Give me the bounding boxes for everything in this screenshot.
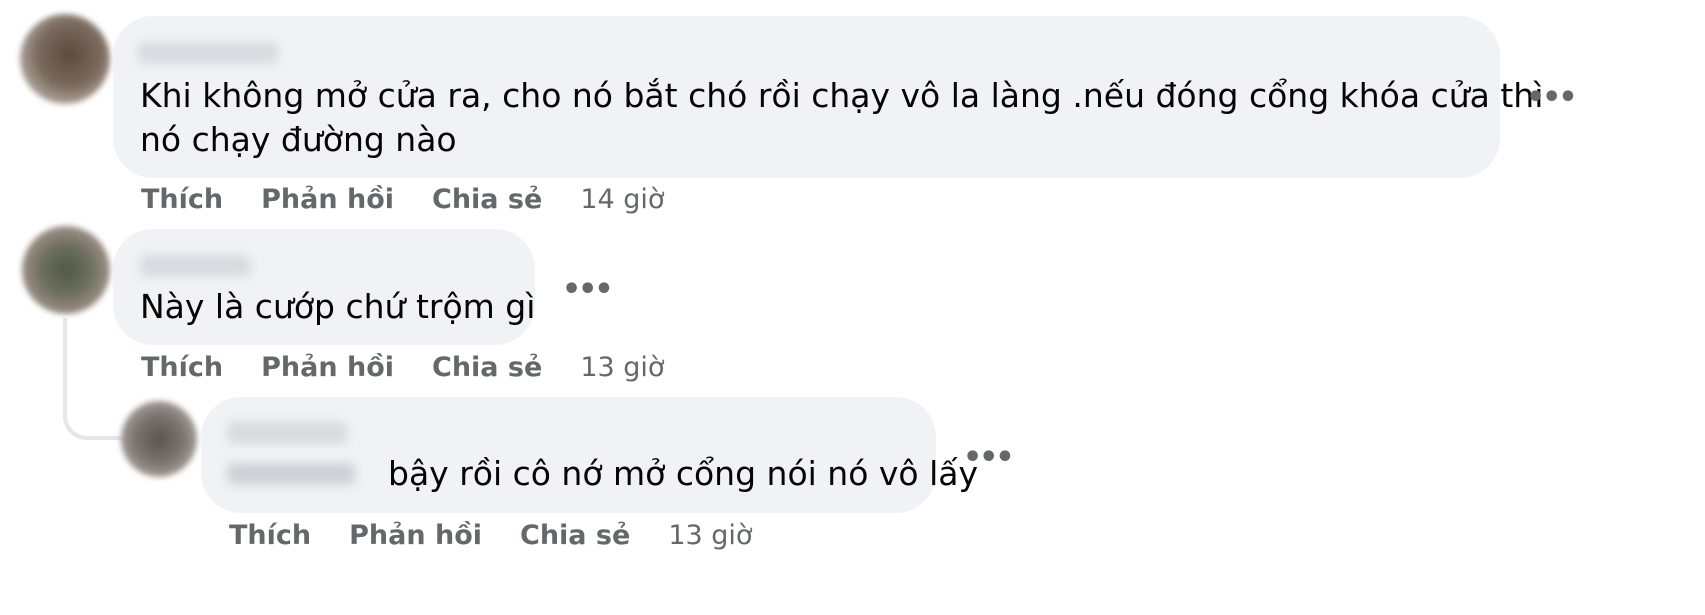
commenter-avatar[interactable] [121, 401, 197, 477]
tagged-user-blurred[interactable] [227, 463, 355, 485]
more-options-icon[interactable]: ••• [562, 275, 614, 305]
like-button[interactable]: Thích [229, 520, 311, 551]
commenter-name-blurred[interactable] [140, 255, 250, 277]
reply-button[interactable]: Phản hồi [261, 184, 394, 215]
like-button[interactable]: Thích [141, 184, 223, 215]
more-options-icon[interactable]: ••• [1526, 83, 1578, 113]
comment-actions: Thích Phản hồi Chia sẻ 13 giờ [141, 352, 664, 383]
comment-bubble: Này là cướp chứ trộm gì [113, 229, 535, 345]
comment-text: Này là cướp chứ trộm gì [140, 287, 536, 326]
share-button[interactable]: Chia sẻ [432, 184, 542, 215]
commenter-avatar[interactable] [20, 14, 110, 104]
thread-connector-line [63, 318, 131, 440]
commenter-name-blurred[interactable] [227, 422, 347, 444]
commenter-avatar[interactable] [22, 226, 110, 314]
like-button[interactable]: Thích [141, 352, 223, 383]
reply-button[interactable]: Phản hồi [261, 352, 394, 383]
more-options-icon[interactable]: ••• [963, 443, 1015, 473]
comment-timestamp[interactable]: 14 giờ [580, 184, 664, 215]
commenter-name-blurred[interactable] [138, 42, 278, 64]
comment-actions: Thích Phản hồi Chia sẻ 14 giờ [141, 184, 664, 215]
comment-text-line-1: Khi không mở cửa ra, cho nó bắt chó rồi … [140, 76, 1544, 115]
comment-text: bậy rồi cô nớ mở cổng nói nó vô lấy [388, 454, 979, 493]
share-button[interactable]: Chia sẻ [520, 520, 630, 551]
comment-bubble: bậy rồi cô nớ mở cổng nói nó vô lấy [201, 397, 978, 513]
comment-text-line-2: nó chạy đường nào [140, 120, 457, 159]
comment-bubble: Khi không mở cửa ra, cho nó bắt chó rồi … [113, 16, 1543, 178]
share-button[interactable]: Chia sẻ [432, 352, 542, 383]
comment-actions: Thích Phản hồi Chia sẻ 13 giờ [229, 520, 752, 551]
comment-timestamp[interactable]: 13 giờ [580, 352, 664, 383]
reply-button[interactable]: Phản hồi [349, 520, 482, 551]
comment-timestamp[interactable]: 13 giờ [668, 520, 752, 551]
